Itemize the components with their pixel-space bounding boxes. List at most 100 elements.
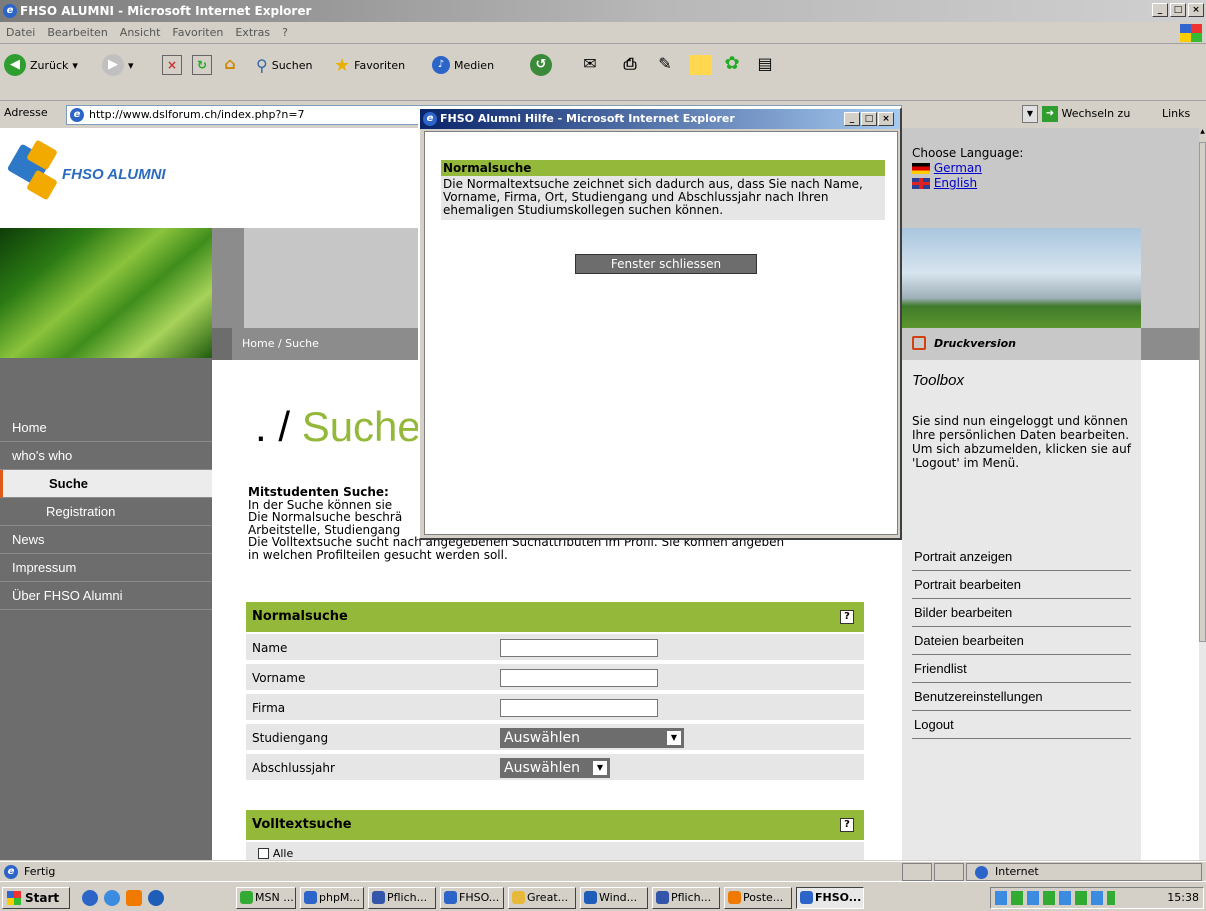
windows-logo-icon — [7, 891, 21, 905]
toolbox-link-logout[interactable]: Logout — [912, 711, 1131, 739]
vertical-scrollbar[interactable]: ▲ — [1199, 128, 1206, 860]
fulltext-search-header: Volltextsuche ? — [246, 810, 864, 840]
status-text: Fertig — [24, 865, 56, 878]
clock: 15:38 — [1167, 891, 1199, 904]
menu-datei[interactable]: Datei — [0, 22, 41, 44]
mail-icon[interactable]: ✉ — [580, 55, 600, 75]
task-fhso-1[interactable]: FHSO... — [440, 887, 504, 909]
nav-whos-who[interactable]: who's who — [0, 442, 212, 470]
popup-close-button[interactable]: × — [878, 112, 894, 126]
toolbox-link-benutzereinstellungen[interactable]: Benutzereinstellungen — [912, 683, 1131, 711]
toolbox-link-dateien-bearbeiten[interactable]: Dateien bearbeiten — [912, 627, 1131, 655]
research-icon[interactable]: ▤ — [755, 55, 775, 75]
toolbox-link-portrait-bearbeiten[interactable]: Portrait bearbeiten — [912, 571, 1131, 599]
task-pflich-1[interactable]: Pflich... — [368, 887, 436, 909]
logo-area: FHSO ALUMNI — [0, 128, 212, 228]
links-button[interactable]: Links — [1162, 104, 1190, 124]
back-button[interactable]: ◀ Zurück ▾ — [4, 51, 78, 79]
dropdown-arrow-icon: ▼ — [593, 761, 607, 775]
popup-minimize-button[interactable]: _ — [844, 112, 860, 126]
menu-extras[interactable]: Extras — [229, 22, 276, 44]
task-phpm[interactable]: phpM... — [300, 887, 364, 909]
popup-maximize-button[interactable]: □ — [861, 112, 877, 126]
task-wind[interactable]: Wind... — [580, 887, 648, 909]
vorname-input[interactable] — [500, 669, 658, 687]
print-icon[interactable]: ⎙ — [620, 55, 640, 75]
menu-help[interactable]: ? — [276, 22, 294, 44]
form-row-firma: Firma — [246, 694, 864, 722]
maximize-button[interactable]: □ — [1170, 3, 1186, 17]
taskbar: Start MSN ... phpM... Pflich... FHSO... … — [0, 881, 1206, 911]
toolbox-link-portrait-anzeigen[interactable]: Portrait anzeigen — [912, 543, 1131, 571]
close-button[interactable]: × — [1188, 3, 1204, 17]
form-row-vorname: Vorname — [246, 664, 864, 692]
german-flag-icon — [912, 163, 930, 174]
minimize-button[interactable]: _ — [1152, 3, 1168, 17]
ie-icon — [800, 891, 813, 904]
tray-icons[interactable] — [995, 891, 1115, 905]
desktop-quicklaunch-icon[interactable] — [82, 890, 98, 906]
german-link[interactable]: German — [934, 161, 982, 175]
abschlussjahr-select[interactable]: Auswählen ▼ — [500, 758, 610, 778]
favorites-button[interactable]: ★ Favoriten — [334, 51, 405, 79]
dropdown-arrow-icon: ▼ — [667, 731, 681, 745]
forward-button[interactable]: ▶ ▾ — [102, 51, 134, 79]
task-great[interactable]: Great... — [508, 887, 576, 909]
media-quicklaunch-icon[interactable] — [148, 890, 164, 906]
home-icon[interactable]: ⌂ — [220, 55, 240, 75]
task-msn[interactable]: MSN ... — [236, 887, 296, 909]
scroll-thumb[interactable] — [1199, 142, 1206, 642]
notes-icon[interactable] — [690, 55, 712, 75]
ie-quicklaunch-icon[interactable] — [104, 890, 120, 906]
task-pflich-2[interactable]: Pflich... — [652, 887, 720, 909]
search-button[interactable]: ⚲ Suchen — [256, 51, 312, 79]
page-title: . / Suche — [255, 403, 421, 450]
nav-news[interactable]: News — [0, 526, 212, 554]
system-tray: 15:38 — [990, 887, 1204, 909]
go-button[interactable]: ➜ Wechseln zu — [1042, 104, 1130, 124]
firma-input[interactable] — [500, 699, 658, 717]
toolbox-link-friendlist[interactable]: Friendlist — [912, 655, 1131, 683]
page-icon: e — [70, 108, 84, 122]
history-icon[interactable]: ↺ — [530, 54, 552, 76]
edit-icon[interactable]: ✎ — [655, 55, 675, 75]
language-label: Choose Language: — [912, 146, 1024, 160]
scroll-up-icon[interactable]: ▲ — [1199, 128, 1206, 142]
help-icon[interactable]: ? — [840, 818, 854, 832]
popup-title-bar: e FHSO Alumni Hilfe - Microsoft Internet… — [420, 109, 900, 129]
task-fhso-active[interactable]: FHSO... — [796, 887, 864, 909]
messenger-icon[interactable]: ✿ — [722, 55, 742, 75]
studiengang-select[interactable]: Auswählen ▼ — [500, 728, 684, 748]
nav-home[interactable]: Home — [0, 414, 212, 442]
toolbox-link-bilder-bearbeiten[interactable]: Bilder bearbeiten — [912, 599, 1131, 627]
name-input[interactable] — [500, 639, 658, 657]
task-poste[interactable]: Poste... — [724, 887, 792, 909]
forward-arrow-icon: ▶ — [102, 54, 124, 76]
english-link[interactable]: English — [934, 176, 977, 190]
media-button[interactable]: ♪ Medien — [432, 51, 494, 79]
popup-window-controls: _ □ × — [844, 112, 894, 126]
alle-checkbox[interactable] — [258, 848, 269, 859]
menu-favoriten[interactable]: Favoriten — [166, 22, 229, 44]
nav-impressum[interactable]: Impressum — [0, 554, 212, 582]
right-margin — [1141, 360, 1199, 860]
stop-icon[interactable]: × — [162, 55, 182, 75]
fulltext-row-alle: Alle — [246, 842, 864, 860]
globe-icon — [975, 866, 988, 879]
nav-ueber-fhso-alumni[interactable]: Über FHSO Alumni — [0, 582, 212, 610]
start-button[interactable]: Start — [2, 887, 70, 909]
msn-icon — [240, 891, 253, 904]
help-icon[interactable]: ? — [840, 610, 854, 624]
ie-icon — [444, 891, 457, 904]
print-version-link[interactable]: Druckversion — [902, 328, 1141, 360]
nav-suche[interactable]: Suche — [0, 470, 212, 498]
nav-registration[interactable]: Registration — [0, 498, 212, 526]
menu-ansicht[interactable]: Ansicht — [114, 22, 167, 44]
word-icon — [372, 891, 385, 904]
close-window-button[interactable]: Fenster schliessen — [575, 254, 757, 274]
grass-image — [0, 228, 212, 358]
opera-quicklaunch-icon[interactable] — [126, 890, 142, 906]
address-dropdown-icon[interactable]: ▼ — [1022, 105, 1038, 123]
refresh-icon[interactable]: ↻ — [192, 55, 212, 75]
menu-bearbeiten[interactable]: Bearbeiten — [41, 22, 113, 44]
